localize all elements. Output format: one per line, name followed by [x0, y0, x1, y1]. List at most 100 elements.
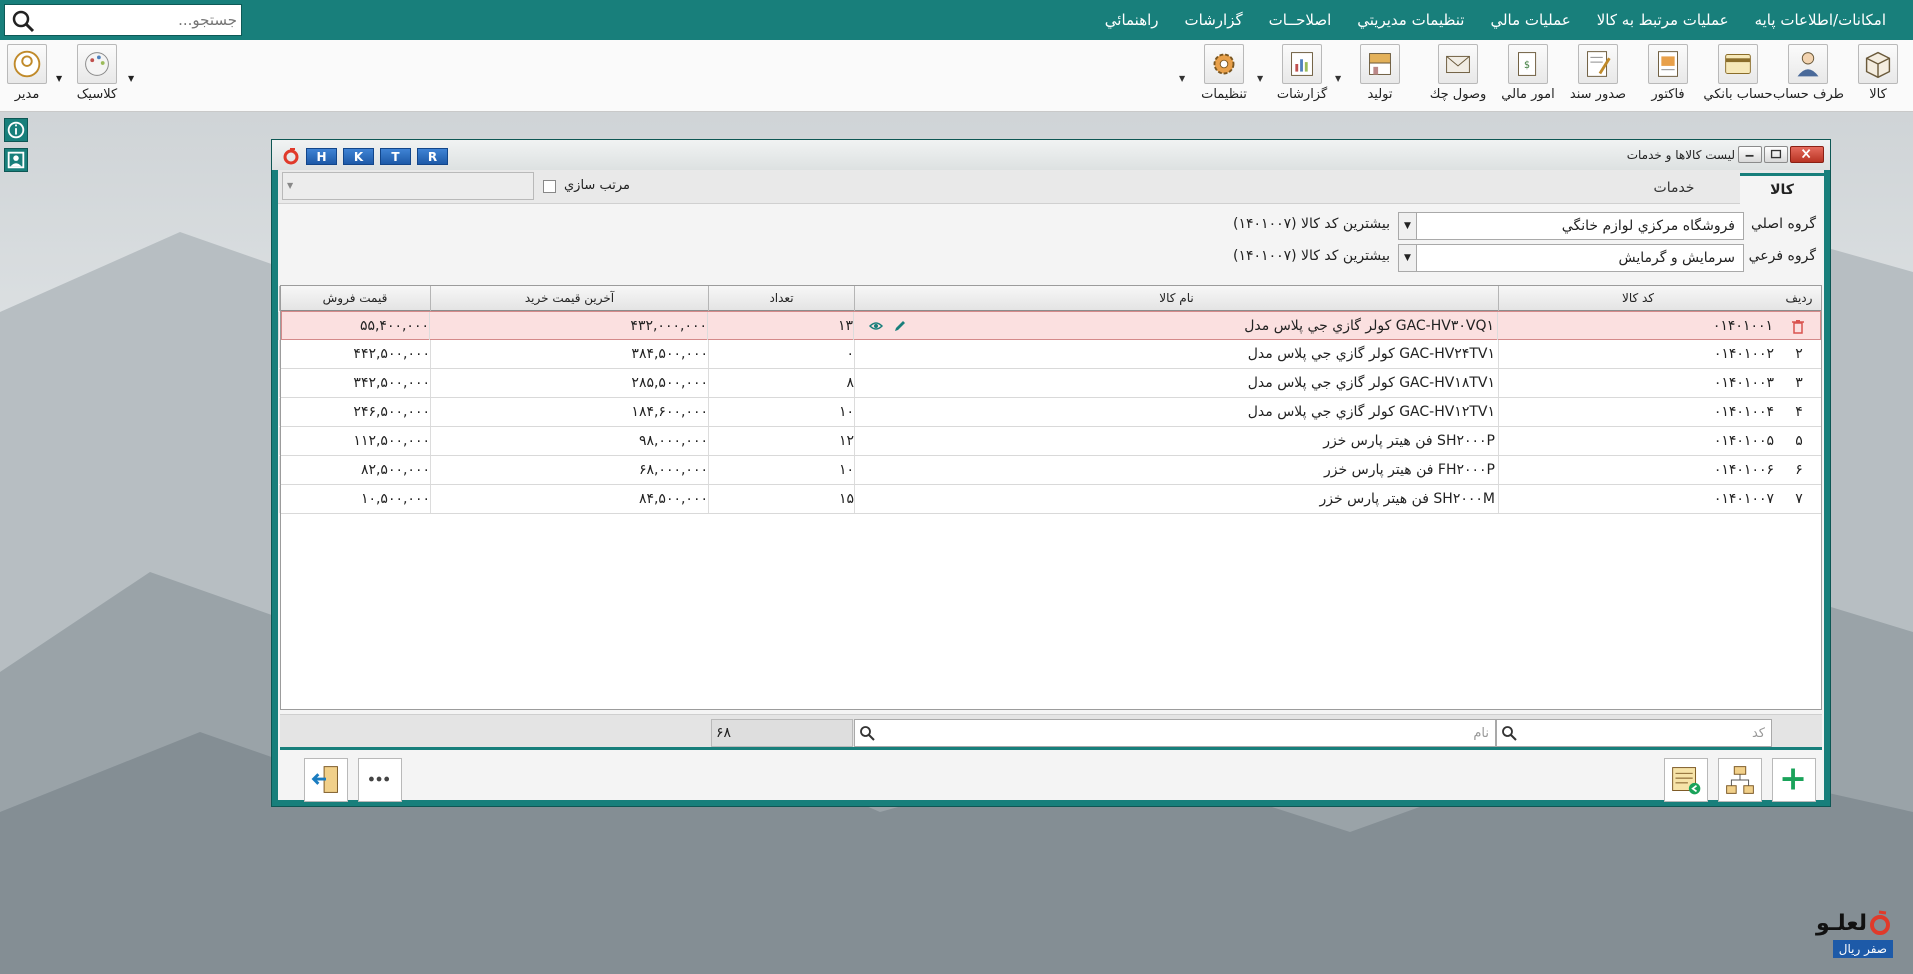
table-row[interactable]: ۳ ۰۱۴۰۱۰۰۳ كولر گازي جي پلاس مدل GAC-HV۱۸T…	[279, 369, 1821, 398]
tab-products[interactable]: كالا	[1740, 173, 1824, 204]
exit-button[interactable]	[304, 758, 348, 802]
invoice-icon	[1648, 44, 1688, 84]
hotkey-t[interactable]: T	[380, 147, 411, 165]
tool-bank-account[interactable]: حساب بانکي	[1703, 44, 1773, 108]
tool-issue-voucher[interactable]: صدور سند	[1563, 44, 1633, 108]
cell-product-code: ۰۱۴۰۱۰۰۷	[1498, 485, 1777, 513]
maximize-button[interactable]	[1764, 146, 1788, 163]
cell-quantity: ۱۲	[708, 427, 854, 455]
trash-icon[interactable]	[1791, 319, 1805, 334]
tool-label: مدير	[14, 87, 40, 102]
tool-invoice[interactable]: فاکتور	[1633, 44, 1703, 108]
cell-sale-price: ۵۵,۴۰۰,۰۰۰	[278, 312, 429, 340]
tool-reports[interactable]: ▼ گزارشات	[1257, 44, 1337, 108]
search-icon[interactable]	[11, 9, 35, 33]
col-last-purchase-price[interactable]: آخرين قيمت خريد	[430, 286, 708, 311]
factory-icon	[1360, 44, 1400, 84]
chevron-down-icon[interactable]: ▼	[56, 74, 62, 83]
menu-admin-settings[interactable]: تنظيمات مديريتي	[1344, 11, 1477, 29]
products-grid: رديف کد کالا نام کالا تعداد آخرين قيمت خ…	[278, 285, 1822, 710]
hotkey-h[interactable]: H	[306, 147, 337, 165]
col-product-name[interactable]: نام کالا	[854, 286, 1498, 311]
table-row[interactable]: ۵ ۰۱۴۰۱۰۰۵ فن هيتر پارس خزر SH۲۰۰۰P ۱۲ ۹۸,۰۰…	[279, 427, 1821, 456]
menu-financial-ops[interactable]: عمليات مالي	[1477, 11, 1583, 29]
cell-product-name: فن هيتر پارس خزر SH۲۰۰۰P	[854, 427, 1498, 455]
export-list-button[interactable]	[1664, 758, 1708, 802]
cell-product-code: ۰۱۴۰۱۰۰۴	[1498, 398, 1777, 426]
brand-area: لعلـو صفر ريال	[1816, 910, 1893, 958]
cell-sale-price: ۳۴۲,۵۰۰,۰۰۰	[279, 369, 430, 397]
code-search-input[interactable]	[1525, 723, 1765, 743]
chevron-down-icon[interactable]: ▼	[1399, 213, 1417, 239]
tool-label: حساب بانکي	[1703, 87, 1773, 102]
cell-product-code: ۰۱۴۰۱۰۰۶	[1498, 456, 1777, 484]
box-icon	[1858, 44, 1898, 84]
profile-card-icon[interactable]	[4, 148, 28, 172]
hotkey-k[interactable]: K	[343, 147, 374, 165]
cell-product-name: كولر گازي جي پلاس مدل GAC-HV۳۰VQ۱	[853, 312, 1497, 340]
tool-settings[interactable]: ▼ تنظيمات	[1179, 44, 1259, 108]
tool-product[interactable]: کالا	[1843, 44, 1913, 108]
minimize-button[interactable]	[1738, 146, 1762, 163]
person-icon	[1788, 44, 1828, 84]
cell-row-number: ۵	[1795, 433, 1803, 449]
tool-account-party[interactable]: طرف حساب	[1773, 44, 1844, 108]
table-row[interactable]: ۰۱۴۰۱۰۰۱ كولر گازي جي پلاس مدل GAC-HV۳۰VQ…	[278, 311, 1821, 340]
sort-combobox[interactable]: ▼	[282, 172, 534, 200]
cell-quantity: ۱۵	[708, 485, 854, 513]
hierarchy-button[interactable]	[1718, 758, 1762, 802]
search-icon[interactable]	[1501, 725, 1517, 741]
menu-basic-info[interactable]: امکانات/اطلاعات پايه	[1742, 11, 1899, 29]
window-titlebar[interactable]: H K T R ليست کالاها و خدمات	[272, 140, 1830, 170]
cell-sale-price: ۲۴۶,۵۰۰,۰۰۰	[279, 398, 430, 426]
table-row[interactable]: ۲ ۰۱۴۰۱۰۰۲ كولر گازي جي پلاس مدل GAC-HV۲۴T…	[279, 340, 1821, 369]
chevron-down-icon[interactable]: ▼	[1399, 245, 1417, 271]
view-icon[interactable]	[869, 319, 883, 333]
tool-label: تنظيمات	[1201, 87, 1247, 102]
col-product-code[interactable]: کد کالا	[1498, 286, 1777, 311]
cell-product-code: ۰۱۴۰۱۰۰۲	[1498, 340, 1777, 368]
global-search-input[interactable]	[42, 8, 237, 32]
cell-product-code: ۰۱۴۰۱۰۰۱	[1497, 312, 1776, 340]
hotkey-r[interactable]: R	[417, 147, 448, 165]
cell-product-name: فن هيتر پارس خزر FH۲۰۰۰P	[854, 456, 1498, 484]
col-sale-price[interactable]: قيمت فروش	[279, 286, 430, 311]
cell-sale-price: ۴۴۲,۵۰۰,۰۰۰	[279, 340, 430, 368]
menu-corrections[interactable]: اصلاحــات	[1256, 11, 1345, 29]
tool-user-admin[interactable]: مدير	[0, 44, 62, 108]
more-options-button[interactable]	[358, 758, 402, 802]
tool-classic-theme[interactable]: کلاسیک	[62, 44, 132, 108]
sort-checkbox[interactable]	[543, 180, 556, 193]
window-title: ليست کالاها و خدمات	[1626, 148, 1735, 162]
chevron-down-icon[interactable]: ▼	[1179, 74, 1185, 83]
table-row[interactable]: ۷ ۰۱۴۰۱۰۰۷ فن هيتر پارس خزر SH۲۰۰۰M ۱۵ ۸۴,۵۰…	[279, 485, 1821, 514]
col-quantity[interactable]: تعداد	[708, 286, 854, 311]
add-button[interactable]	[1772, 758, 1816, 802]
brand-logo-text: لعلـو	[1816, 910, 1867, 936]
name-search-input[interactable]	[889, 723, 1489, 743]
cell-row-number: ۴	[1795, 404, 1803, 420]
table-row[interactable]: ۴ ۰۱۴۰۱۰۰۴ كولر گازي جي پلاس مدل GAC-HV۱۲T…	[279, 398, 1821, 427]
tab-services[interactable]: خدمات	[1629, 173, 1719, 204]
table-row[interactable]: ۶ ۰۱۴۰۱۰۰۶ فن هيتر پارس خزر FH۲۰۰۰P ۱۰ ۶۸,۰۰…	[279, 456, 1821, 485]
menu-reports[interactable]: گزارشات	[1172, 11, 1256, 29]
search-icon[interactable]	[859, 725, 875, 741]
toolbar: کالا طرف حساب حساب بانکي فاکتور صدور سند…	[0, 40, 1913, 112]
chevron-down-icon: ▼	[287, 181, 294, 190]
close-button[interactable]	[1790, 146, 1824, 163]
info-icon[interactable]	[4, 118, 28, 142]
menu-help[interactable]: راهنمائي	[1092, 11, 1172, 29]
sub-group-select[interactable]: سرمايش و گرمايش ▼	[1398, 244, 1744, 272]
edit-icon[interactable]	[893, 319, 907, 333]
cell-last-purchase-price: ۶۸,۰۰۰,۰۰۰	[430, 456, 708, 484]
main-group-select[interactable]: فروشگاه مرکزي لوازم خانگي ▼	[1398, 212, 1744, 240]
cell-product-name: كولر گازي جي پلاس مدل GAC-HV۱۸TV۱	[854, 369, 1498, 397]
chevron-down-icon[interactable]: ▼	[128, 74, 134, 83]
svg-text:$: $	[1524, 60, 1530, 71]
menu-product-ops[interactable]: عمليات مرتبط به کالا	[1584, 11, 1742, 29]
tool-financial-affairs[interactable]: $ امور مالي	[1493, 44, 1563, 108]
tool-production[interactable]: ▼ توليد	[1335, 44, 1415, 108]
col-row-number[interactable]: رديف	[1777, 286, 1821, 311]
tool-cheque-receipt[interactable]: وصول چك	[1423, 44, 1493, 108]
window-body: كالا خدمات مرتب سازي ▼ گروه اصلي فروشگاه…	[278, 170, 1824, 802]
